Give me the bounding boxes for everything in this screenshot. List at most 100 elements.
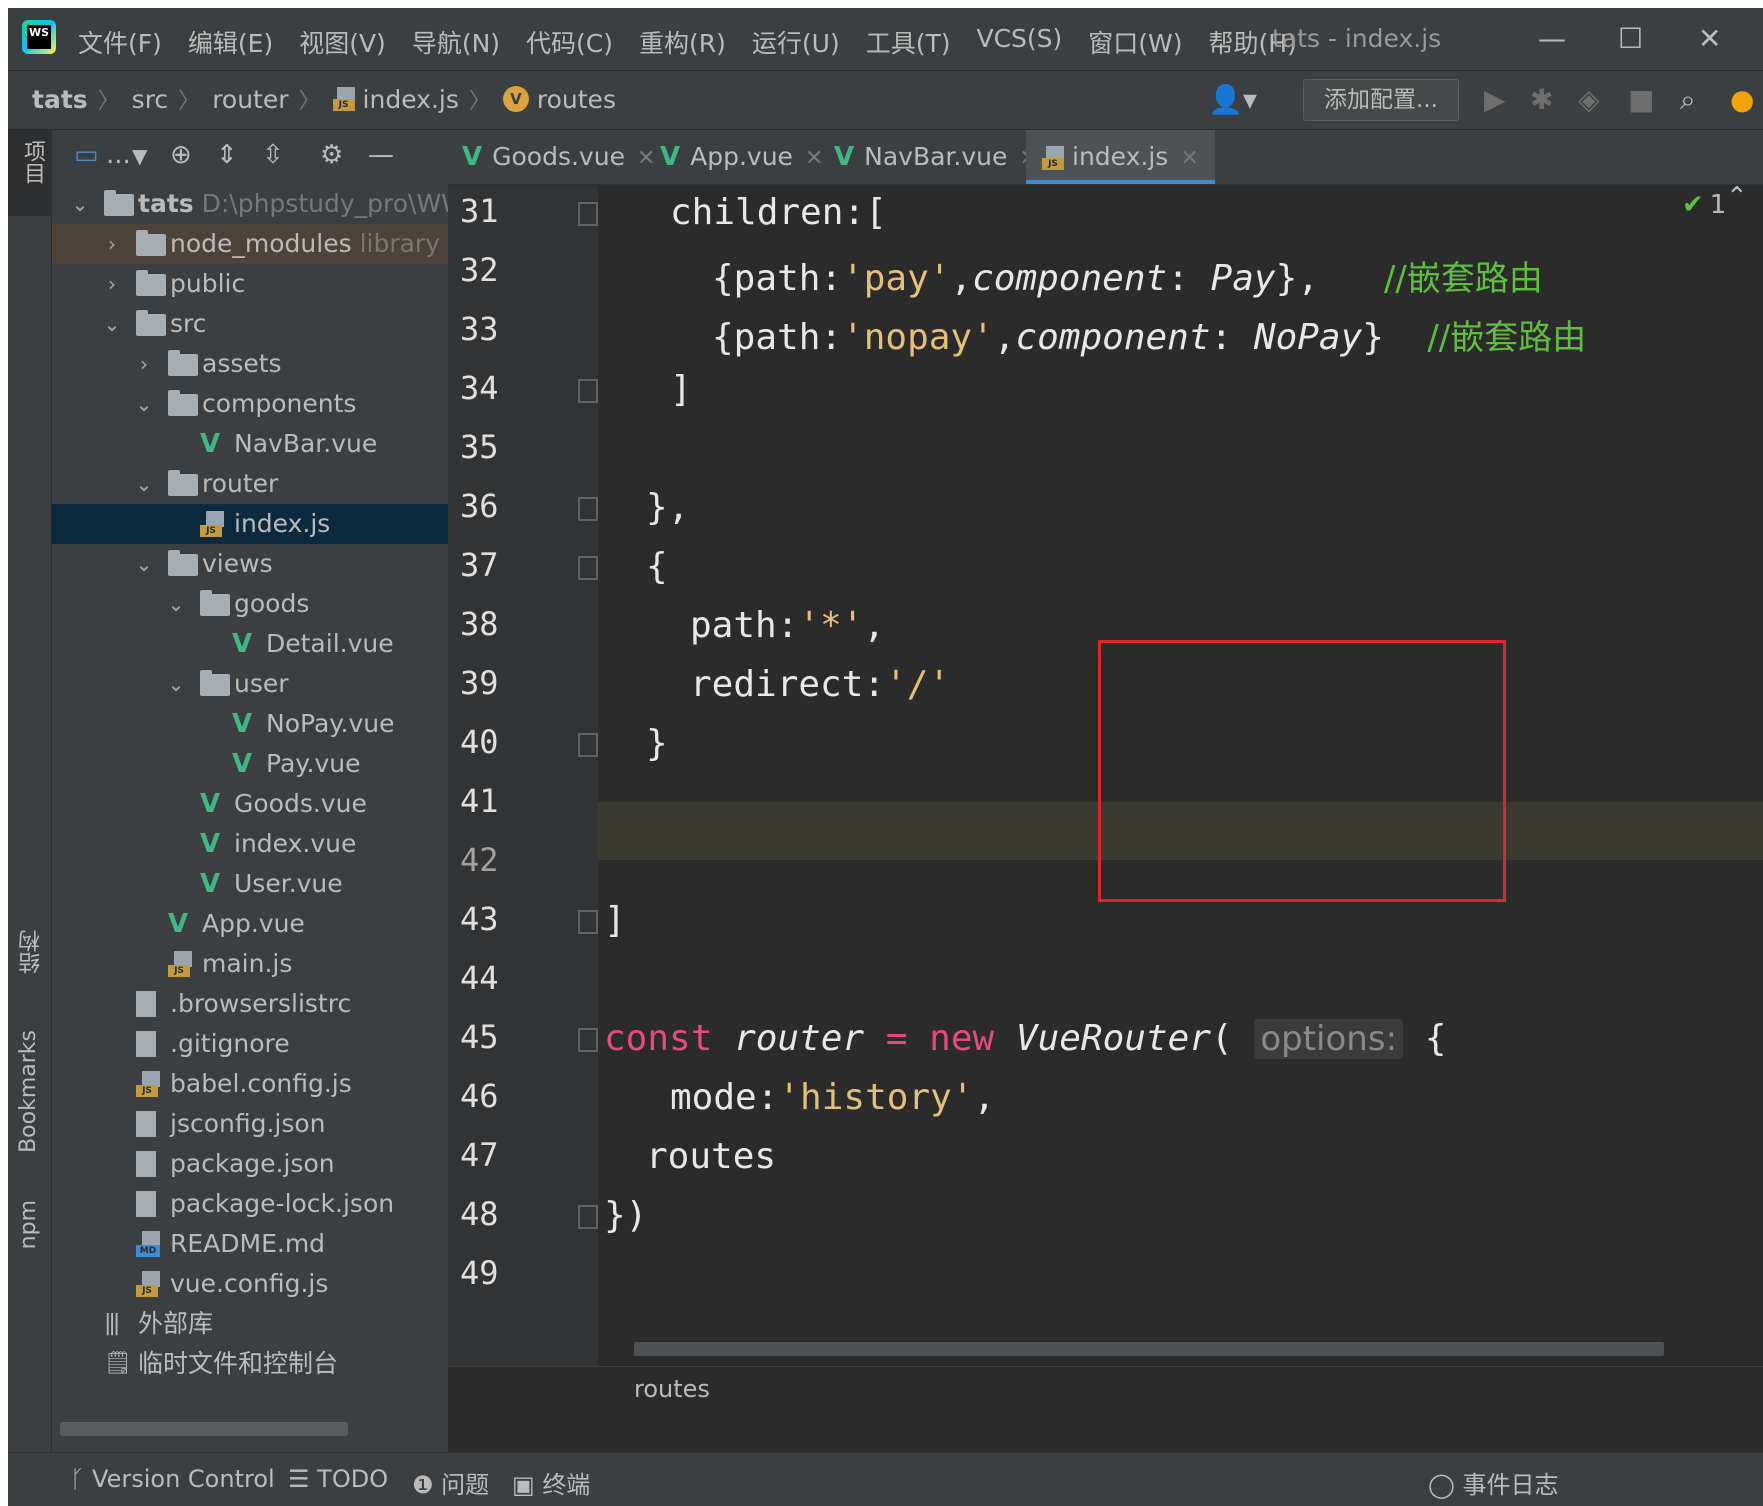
- breadcrumb-src[interactable]: src: [132, 85, 169, 114]
- chevron-down-icon[interactable]: ⌄: [134, 464, 154, 504]
- tree-file[interactable]: V Pay.vue: [52, 744, 448, 784]
- tree-scrollbar[interactable]: [60, 1422, 348, 1436]
- coverage-icon[interactable]: ◈: [1578, 83, 1600, 116]
- chevron-right-icon[interactable]: ›: [134, 344, 154, 384]
- tree-file[interactable]: vue.config.js: [52, 1264, 448, 1304]
- tree-file[interactable]: V NoPay.vue: [52, 704, 448, 744]
- minimize-button[interactable]: —: [1538, 22, 1566, 55]
- chevron-down-icon[interactable]: ⌄: [70, 184, 90, 224]
- breadcrumb-project[interactable]: tats: [32, 85, 88, 114]
- user-icon[interactable]: 👤▾: [1208, 83, 1257, 116]
- tree-file[interactable]: ||| 外部库: [52, 1304, 448, 1344]
- fold-marker-icon[interactable]: [578, 1205, 598, 1229]
- project-view-icon[interactable]: ▭: [74, 140, 99, 170]
- problems-tab[interactable]: ❶ 问题: [412, 1465, 489, 1500]
- tree-file[interactable]: index.js: [52, 504, 448, 544]
- menu-file[interactable]: 文件(F): [78, 24, 162, 60]
- close-button[interactable]: ✕: [1698, 22, 1721, 55]
- tree-folder[interactable]: ⌄ views: [52, 544, 448, 584]
- locate-icon[interactable]: ⊕: [170, 140, 192, 170]
- tree-file[interactable]: babel.config.js: [52, 1064, 448, 1104]
- tree-folder[interactable]: › assets: [52, 344, 448, 384]
- tree-folder[interactable]: › node_modules library r: [52, 224, 448, 264]
- fold-marker-icon[interactable]: [578, 556, 598, 580]
- stop-icon[interactable]: ■: [1628, 83, 1654, 116]
- close-icon[interactable]: ✕: [637, 146, 655, 171]
- fold-marker-icon[interactable]: [578, 733, 598, 757]
- todo-tab[interactable]: ☰ TODO: [288, 1465, 388, 1493]
- tree-file[interactable]: package.json: [52, 1144, 448, 1184]
- project-tool-tab[interactable]: 项目: [8, 130, 52, 216]
- tree-file[interactable]: V App.vue: [52, 904, 448, 944]
- chevron-down-icon[interactable]: ⌄: [134, 384, 154, 424]
- debug-icon[interactable]: ✱: [1530, 83, 1553, 116]
- tree-file[interactable]: .gitignore: [52, 1024, 448, 1064]
- bookmarks-tool-tab[interactable]: Bookmarks: [16, 1030, 41, 1153]
- chevron-down-icon[interactable]: ⌄: [166, 584, 186, 624]
- editor-scrollbar[interactable]: [634, 1342, 1664, 1356]
- hide-icon[interactable]: —: [368, 140, 394, 170]
- version-control-tab[interactable]: ᚴ Version Control: [70, 1465, 275, 1493]
- tree-file[interactable]: V NavBar.vue: [52, 424, 448, 464]
- tree-file[interactable]: V Detail.vue: [52, 624, 448, 664]
- close-icon[interactable]: ✕: [1180, 146, 1198, 171]
- event-log-tab[interactable]: ◯ 事件日志: [1428, 1465, 1559, 1500]
- tab-goods-vue[interactable]: V Goods.vue ✕: [462, 130, 655, 184]
- add-configuration-button[interactable]: 添加配置...: [1303, 79, 1459, 121]
- tree-folder[interactable]: ⌄ user: [52, 664, 448, 704]
- menu-navigate[interactable]: 导航(N): [412, 24, 500, 60]
- close-icon[interactable]: ✕: [805, 146, 823, 171]
- project-view-dropdown[interactable]: ...: [106, 140, 131, 170]
- tab-app-vue[interactable]: V App.vue ✕: [660, 130, 823, 184]
- chevron-down-icon[interactable]: ▼: [132, 144, 147, 168]
- menu-vcs[interactable]: VCS(S): [976, 24, 1062, 60]
- breadcrumb-file[interactable]: index.js: [363, 85, 459, 114]
- breadcrumb-symbol[interactable]: routes: [537, 85, 616, 114]
- chevron-right-icon[interactable]: ›: [102, 224, 122, 264]
- run-icon[interactable]: ▶: [1484, 83, 1506, 116]
- expand-all-icon[interactable]: ⇕: [216, 140, 238, 170]
- menu-run[interactable]: 运行(U): [752, 24, 840, 60]
- tab-navbar-vue[interactable]: VNavBar.vue✕: [834, 130, 1038, 184]
- chevron-up-icon[interactable]: ⌃: [1726, 182, 1748, 212]
- tree-file[interactable]: main.js: [52, 944, 448, 984]
- tree-folder[interactable]: ⌄ tats D:\phpstudy_pro\WW: [52, 184, 448, 224]
- fold-marker-icon[interactable]: [578, 202, 598, 226]
- tree-file[interactable]: jsconfig.json: [52, 1104, 448, 1144]
- tree-file[interactable]: V User.vue: [52, 864, 448, 904]
- tree-file[interactable]: README.md: [52, 1224, 448, 1264]
- maximize-button[interactable]: ☐: [1618, 22, 1643, 55]
- search-icon[interactable]: ⌕: [1680, 83, 1696, 117]
- tree-file[interactable]: .browserslistrc: [52, 984, 448, 1024]
- chevron-down-icon[interactable]: ⌄: [166, 664, 186, 704]
- collapse-all-icon[interactable]: ⇳: [262, 140, 284, 170]
- tree-file[interactable]: V Goods.vue: [52, 784, 448, 824]
- npm-tool-tab[interactable]: npm: [16, 1200, 41, 1249]
- code-breadcrumb-routes[interactable]: routes: [634, 1375, 710, 1403]
- tree-folder[interactable]: ⌄ goods: [52, 584, 448, 624]
- fold-marker-icon[interactable]: [578, 497, 598, 521]
- chevron-right-icon[interactable]: ›: [102, 264, 122, 304]
- chevron-down-icon[interactable]: ⌄: [102, 304, 122, 344]
- menu-refactor[interactable]: 重构(R): [639, 24, 726, 60]
- tree-file[interactable]: package-lock.json: [52, 1184, 448, 1224]
- tree-file[interactable]: Vindex.vue: [52, 824, 448, 864]
- structure-tool-tab[interactable]: 结构: [16, 930, 48, 974]
- tree-file[interactable]: 🗒 临时文件和控制台: [52, 1344, 448, 1384]
- tree-folder[interactable]: ⌄ router: [52, 464, 448, 504]
- inspection-status[interactable]: ✔ 1: [1682, 190, 1726, 220]
- tree-folder[interactable]: ⌄ components: [52, 384, 448, 424]
- fold-marker-icon[interactable]: [578, 1028, 598, 1052]
- tree-folder[interactable]: ⌄ src: [52, 304, 448, 344]
- menu-view[interactable]: 视图(V): [299, 24, 386, 60]
- fold-marker-icon[interactable]: [578, 379, 598, 403]
- tab-index-js[interactable]: index.js ✕: [1026, 130, 1215, 184]
- menu-edit[interactable]: 编辑(E): [188, 24, 273, 60]
- menu-window[interactable]: 窗口(W): [1088, 24, 1182, 60]
- fold-marker-icon[interactable]: [578, 910, 598, 934]
- terminal-tab[interactable]: ▣ 终端: [512, 1465, 590, 1500]
- breadcrumb-router[interactable]: router: [212, 85, 288, 114]
- menu-code[interactable]: 代码(C): [526, 24, 613, 60]
- chevron-down-icon[interactable]: ⌄: [134, 544, 154, 584]
- update-icon[interactable]: ●: [1730, 83, 1754, 116]
